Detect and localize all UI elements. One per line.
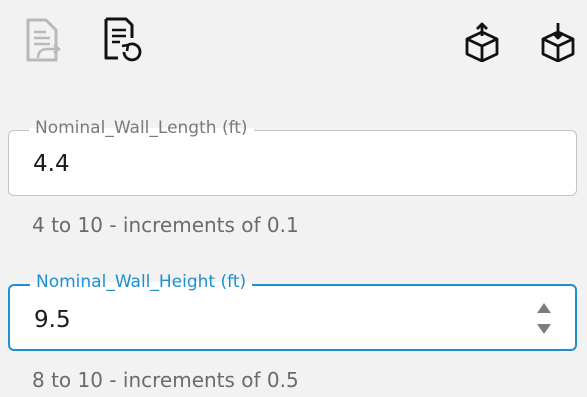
wall-length-label: Nominal_Wall_Length (ft) — [29, 118, 254, 138]
wall-height-helper-text: 8 to 10 - increments of 0.5 — [32, 368, 299, 392]
wall-height-input[interactable] — [34, 304, 514, 336]
wall-length-input[interactable] — [33, 148, 513, 180]
wall-height-stepper — [535, 301, 553, 337]
decrement-arrow-icon[interactable] — [535, 322, 553, 336]
document-refresh-icon[interactable] — [102, 16, 142, 64]
increment-arrow-icon[interactable] — [535, 301, 553, 315]
wall-height-field[interactable]: Nominal_Wall_Height (ft) — [8, 272, 577, 351]
wall-length-field[interactable]: Nominal_Wall_Length (ft) — [8, 118, 577, 196]
wall-length-helper-text: 4 to 10 - increments of 0.1 — [32, 213, 299, 237]
cube-upload-icon[interactable] — [463, 22, 501, 62]
cube-download-icon[interactable] — [539, 22, 577, 62]
document-export-icon — [24, 18, 62, 64]
wall-height-label: Nominal_Wall_Height (ft) — [30, 272, 253, 292]
parameter-panel: Nominal_Wall_Length (ft) 4 to 10 - incre… — [0, 0, 587, 397]
